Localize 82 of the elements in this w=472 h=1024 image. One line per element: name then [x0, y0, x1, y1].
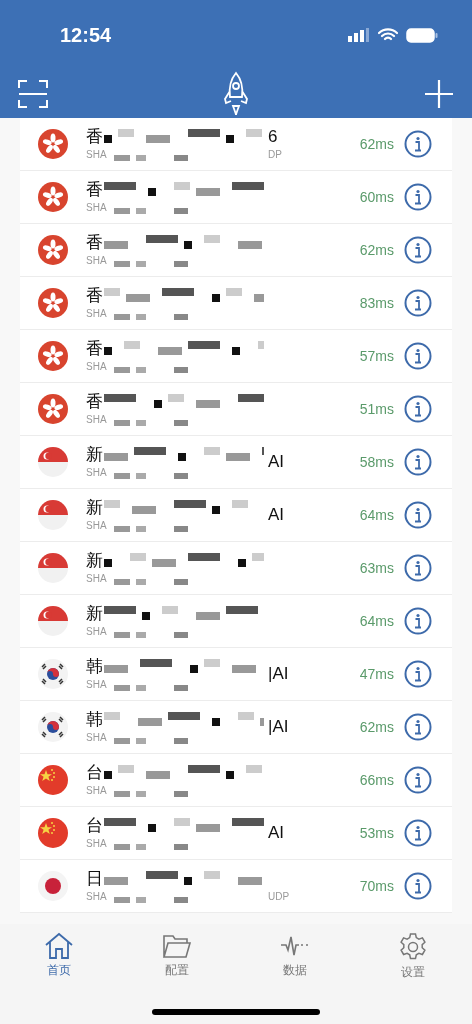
- latency-text: 57ms: [359, 346, 394, 366]
- flag-icon: [38, 871, 68, 901]
- tab-bar-item[interactable]: 数据: [236, 932, 354, 980]
- server-type-suffix: DP: [268, 148, 283, 162]
- server-name-suffix: AI: [268, 822, 286, 844]
- tab-bar-item[interactable]: 设置: [354, 932, 472, 980]
- settings-icon: [398, 932, 428, 962]
- server-name: 韩: [86, 709, 104, 731]
- info-icon[interactable]: [404, 766, 432, 794]
- latency-text: 53ms: [359, 823, 394, 843]
- info-icon[interactable]: [404, 872, 432, 900]
- info-icon[interactable]: [404, 554, 432, 582]
- server-name: 香: [86, 391, 104, 413]
- server-name-suffix: 6: [268, 126, 279, 148]
- info-icon[interactable]: [404, 607, 432, 635]
- flag-icon: [38, 341, 68, 371]
- info-icon[interactable]: [404, 183, 432, 211]
- latency-text: 66ms: [359, 770, 394, 790]
- server-name-suffix: |AI: [268, 663, 290, 685]
- latency-text: 62ms: [359, 240, 394, 260]
- server-name: 香: [86, 285, 104, 307]
- latency-text: 64ms: [359, 505, 394, 525]
- server-name-suffix: AI: [268, 504, 286, 526]
- latency-text: 62ms: [359, 717, 394, 737]
- server-name: 新: [86, 550, 104, 572]
- info-icon[interactable]: [404, 395, 432, 423]
- latency-text: 64ms: [359, 611, 394, 631]
- latency-text: 62ms: [359, 134, 394, 154]
- flag-icon: [38, 447, 68, 477]
- tab-bar-item[interactable]: 首页: [0, 932, 118, 980]
- battery-icon: [406, 27, 438, 43]
- server-name: 韩: [86, 656, 104, 678]
- flag-icon: [38, 500, 68, 530]
- info-icon[interactable]: [404, 501, 432, 529]
- server-name: 香: [86, 179, 104, 201]
- latency-text: 58ms: [359, 452, 394, 472]
- flag-icon: [38, 288, 68, 318]
- server-name: 新: [86, 444, 104, 466]
- server-name-suffix: AI: [268, 451, 286, 473]
- info-icon[interactable]: [404, 819, 432, 847]
- info-icon[interactable]: [404, 660, 432, 688]
- info-icon[interactable]: [404, 130, 432, 158]
- server-name: 新: [86, 603, 104, 625]
- server-name: 香: [86, 338, 104, 360]
- server-name-suffix: |AI: [268, 716, 290, 738]
- server-type-suffix: UDP: [268, 890, 291, 904]
- tab-bar-item[interactable]: 配置: [118, 932, 236, 980]
- server-name: 台: [86, 815, 104, 837]
- flag-icon: [38, 606, 68, 636]
- info-icon[interactable]: [404, 289, 432, 317]
- flag-icon: [38, 659, 68, 689]
- latency-text: 60ms: [359, 187, 394, 207]
- latency-text: 47ms: [359, 664, 394, 684]
- flag-icon: [38, 553, 68, 583]
- server-name: 新: [86, 497, 104, 519]
- server-name: 台: [86, 762, 104, 784]
- flag-icon: [38, 765, 68, 795]
- flag-icon: [38, 712, 68, 742]
- flag-icon: [38, 182, 68, 212]
- flag-icon: [38, 235, 68, 265]
- flag-icon: [38, 129, 68, 159]
- server-name: 日: [86, 868, 104, 890]
- add-icon[interactable]: [424, 79, 454, 109]
- status-time: 12:54: [60, 23, 112, 48]
- latency-text: 70ms: [359, 876, 394, 896]
- signal-icon: [348, 28, 370, 42]
- server-name: 香: [86, 232, 104, 254]
- info-icon[interactable]: [404, 713, 432, 741]
- rocket-icon: [222, 71, 250, 117]
- scan-icon[interactable]: [18, 79, 48, 109]
- wifi-icon: [378, 28, 398, 42]
- folder-icon: [162, 932, 192, 960]
- latency-text: 51ms: [359, 399, 394, 419]
- home-icon: [44, 932, 74, 960]
- flag-icon: [38, 394, 68, 424]
- flag-icon: [38, 818, 68, 848]
- info-icon[interactable]: [404, 342, 432, 370]
- latency-text: 83ms: [359, 293, 394, 313]
- server-name: 香: [86, 126, 104, 148]
- latency-text: 63ms: [359, 558, 394, 578]
- info-icon[interactable]: [404, 448, 432, 476]
- info-icon[interactable]: [404, 236, 432, 264]
